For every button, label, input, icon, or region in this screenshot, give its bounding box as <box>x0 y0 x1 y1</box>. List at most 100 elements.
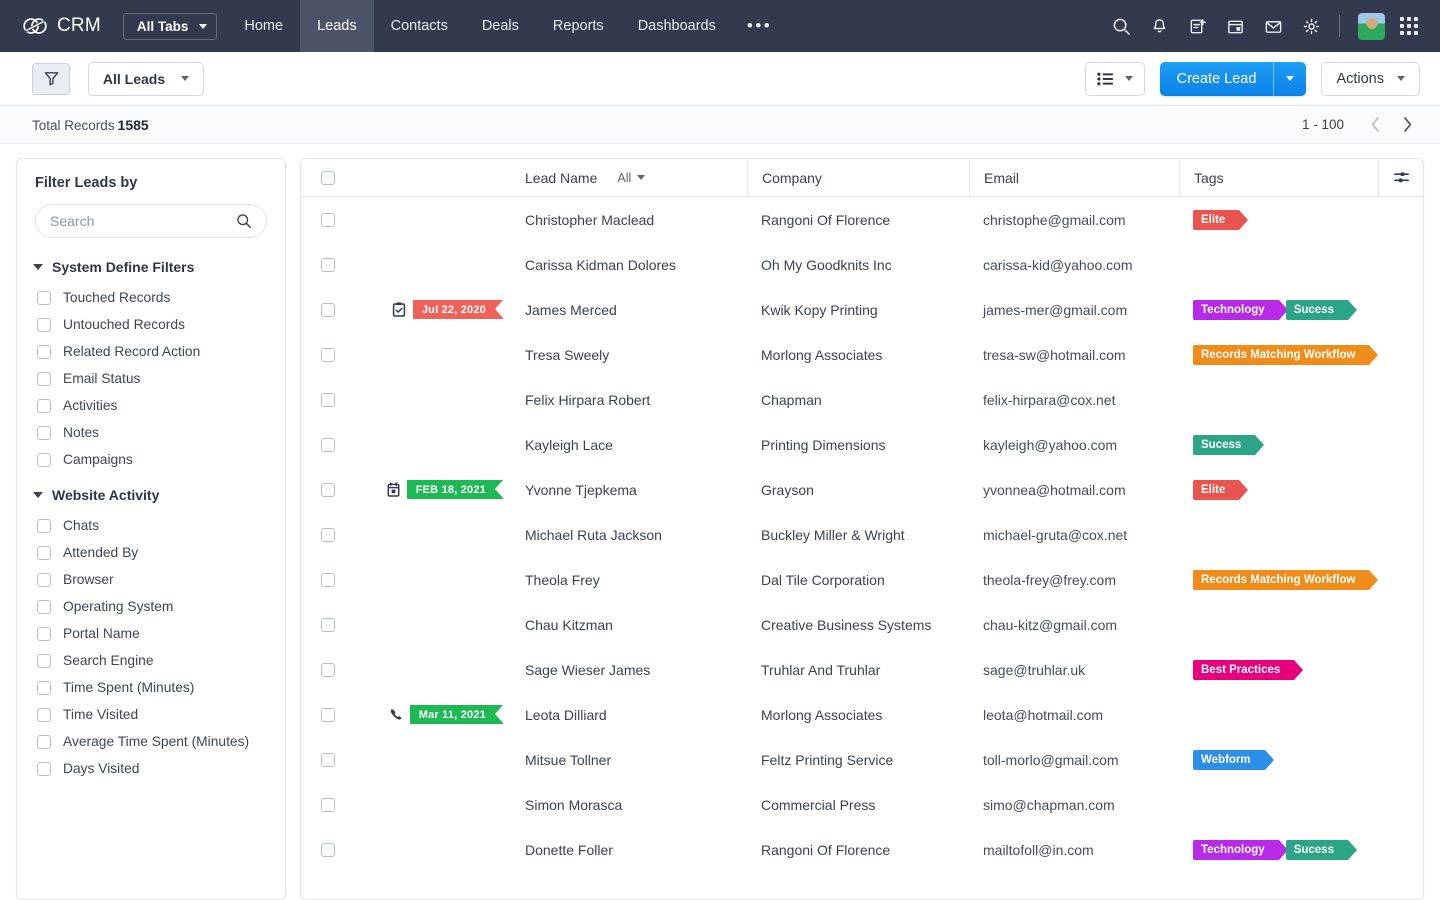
nav-overflow-button[interactable]: ••• <box>733 0 786 52</box>
filter-checkbox[interactable] <box>37 626 51 641</box>
filter-item[interactable]: Chats <box>17 512 285 539</box>
row-lead-name[interactable]: Kayleigh Lace <box>525 437 747 453</box>
search-input[interactable] <box>50 213 236 229</box>
filter-item[interactable]: Untouched Records <box>17 311 285 338</box>
search-box[interactable] <box>35 204 267 238</box>
filter-section-header[interactable]: System Define Filters <box>17 254 285 284</box>
filter-checkbox[interactable] <box>37 452 51 467</box>
activity-date-badge[interactable]: FEB 18, 2021 <box>406 480 504 499</box>
row-checkbox[interactable] <box>321 617 335 632</box>
row-lead-name[interactable]: Michael Ruta Jackson <box>525 527 747 543</box>
table-row[interactable]: FEB 18, 2021 Yvonne Tjepkema Grayson yvonne… <box>301 467 1423 512</box>
filter-checkbox[interactable] <box>37 545 51 560</box>
filter-item[interactable]: Campaigns <box>17 446 285 473</box>
nav-tab-deals[interactable]: Deals <box>465 0 536 52</box>
select-all-checkbox[interactable] <box>321 170 335 185</box>
view-selector-dropdown[interactable]: All Leads <box>88 61 204 96</box>
brand-logo[interactable]: CRM <box>22 15 101 37</box>
table-row[interactable]: Carissa Kidman Dolores Oh My Goodknits In… <box>301 242 1423 287</box>
filter-checkbox[interactable] <box>37 518 51 533</box>
row-lead-name[interactable]: Yvonne Tjepkema <box>525 482 747 498</box>
filter-checkbox[interactable] <box>37 290 51 305</box>
filter-item[interactable]: Touched Records <box>17 284 285 311</box>
filter-checkbox[interactable] <box>37 599 51 614</box>
row-checkbox[interactable] <box>321 302 335 317</box>
filter-checkbox[interactable] <box>37 317 51 332</box>
avatar[interactable] <box>1358 12 1385 40</box>
filter-checkbox[interactable] <box>37 425 51 440</box>
filter-item[interactable]: Time Visited <box>17 701 285 728</box>
row-checkbox[interactable] <box>321 842 335 857</box>
filter-item[interactable]: Search Engine <box>17 647 285 674</box>
prev-page-button[interactable] <box>1362 112 1388 138</box>
lead-name-filter-dropdown[interactable]: All <box>617 171 646 185</box>
tag-pill[interactable]: Webform <box>1193 749 1274 770</box>
app-launcher-icon[interactable] <box>1400 17 1418 35</box>
row-lead-name[interactable]: Christopher Maclead <box>525 212 747 228</box>
tag-pill[interactable]: Sucess <box>1285 839 1358 860</box>
row-lead-name[interactable]: Tresa Sweely <box>525 347 747 363</box>
search-icon[interactable] <box>236 213 252 229</box>
table-row[interactable]: Mar 11, 2021 Leota Dilliard Morlong Associ… <box>301 692 1423 737</box>
filter-item[interactable]: Average Time Spent (Minutes) <box>17 728 285 755</box>
filter-checkbox[interactable] <box>37 707 51 722</box>
nav-tab-leads[interactable]: Leads <box>300 0 374 52</box>
filter-checkbox[interactable] <box>37 761 51 776</box>
filter-item[interactable]: Browser <box>17 566 285 593</box>
row-lead-name[interactable]: Sage Wieser James <box>525 662 747 678</box>
list-view-button[interactable] <box>1084 61 1145 96</box>
filter-item[interactable]: Attended By <box>17 539 285 566</box>
filter-checkbox[interactable] <box>37 734 51 749</box>
actions-dropdown[interactable]: Actions <box>1321 61 1420 96</box>
row-lead-name[interactable]: Theola Frey <box>525 572 747 588</box>
filter-item[interactable]: Email Status <box>17 365 285 392</box>
column-settings-icon[interactable] <box>1378 159 1423 197</box>
calendar-icon[interactable] <box>1216 0 1254 52</box>
activity-date-badge[interactable]: Jul 22, 2020 <box>412 300 504 319</box>
table-row[interactable]: Simon Morasca Commercial Press simo@chapma… <box>301 782 1423 827</box>
filter-checkbox[interactable] <box>37 653 51 668</box>
row-checkbox[interactable] <box>321 707 335 722</box>
row-lead-name[interactable]: Mitsue Tollner <box>525 752 747 768</box>
search-icon[interactable] <box>1102 0 1140 52</box>
tag-pill[interactable]: Elite <box>1193 209 1249 230</box>
bell-icon[interactable] <box>1140 0 1178 52</box>
gear-icon[interactable] <box>1292 0 1330 52</box>
all-tabs-dropdown[interactable]: All Tabs <box>122 12 218 40</box>
table-row[interactable]: Sage Wieser James Truhlar And Truhlar sage… <box>301 647 1423 692</box>
tag-pill[interactable]: Sucess <box>1285 299 1358 320</box>
filter-section-header[interactable]: Website Activity <box>17 482 285 512</box>
table-row[interactable]: Felix Hirpara Robert Chapman felix-hirpara… <box>301 377 1423 422</box>
row-lead-name[interactable]: Carissa Kidman Dolores <box>525 257 747 273</box>
table-row[interactable]: Theola Frey Dal Tile Corporation theola-fr… <box>301 557 1423 602</box>
filter-item[interactable]: Portal Name <box>17 620 285 647</box>
next-page-button[interactable] <box>1394 112 1420 138</box>
table-row[interactable]: Christopher Maclead Rangoni Of Florence ch… <box>301 197 1423 242</box>
filter-item[interactable]: Activities <box>17 392 285 419</box>
tag-pill[interactable]: Elite <box>1193 479 1249 500</box>
tag-pill[interactable]: Records Matching Workflow <box>1193 569 1379 590</box>
filter-item[interactable]: Related Record Action <box>17 338 285 365</box>
filter-checkbox[interactable] <box>37 371 51 386</box>
filter-checkbox[interactable] <box>37 398 51 413</box>
row-checkbox[interactable] <box>321 392 335 407</box>
row-checkbox[interactable] <box>321 347 335 362</box>
filter-checkbox[interactable] <box>37 680 51 695</box>
row-lead-name[interactable]: Chau Kitzman <box>525 617 747 633</box>
tag-pill[interactable]: Records Matching Workflow <box>1193 344 1379 365</box>
row-lead-name[interactable]: Donette Foller <box>525 842 747 858</box>
table-row[interactable]: Kayleigh Lace Printing Dimensions kayleigh… <box>301 422 1423 467</box>
row-checkbox[interactable] <box>321 527 335 542</box>
nav-tab-contacts[interactable]: Contacts <box>374 0 465 52</box>
filter-item[interactable]: Time Spent (Minutes) <box>17 674 285 701</box>
table-row[interactable]: Michael Ruta Jackson Buckley Miller & Wri… <box>301 512 1423 557</box>
row-checkbox[interactable] <box>321 257 335 272</box>
row-lead-name[interactable]: James Merced <box>525 302 747 318</box>
activity-date-badge[interactable]: Mar 11, 2021 <box>409 705 504 724</box>
table-row[interactable]: Jul 22, 2020 James Merced Kwik Kopy Printi… <box>301 287 1423 332</box>
add-note-icon[interactable] <box>1178 0 1216 52</box>
nav-tab-dashboards[interactable]: Dashboards <box>621 0 733 52</box>
filter-toggle-button[interactable] <box>32 62 70 95</box>
tag-pill[interactable]: Technology <box>1193 839 1288 860</box>
row-lead-name[interactable]: Leota Dilliard <box>525 707 747 723</box>
